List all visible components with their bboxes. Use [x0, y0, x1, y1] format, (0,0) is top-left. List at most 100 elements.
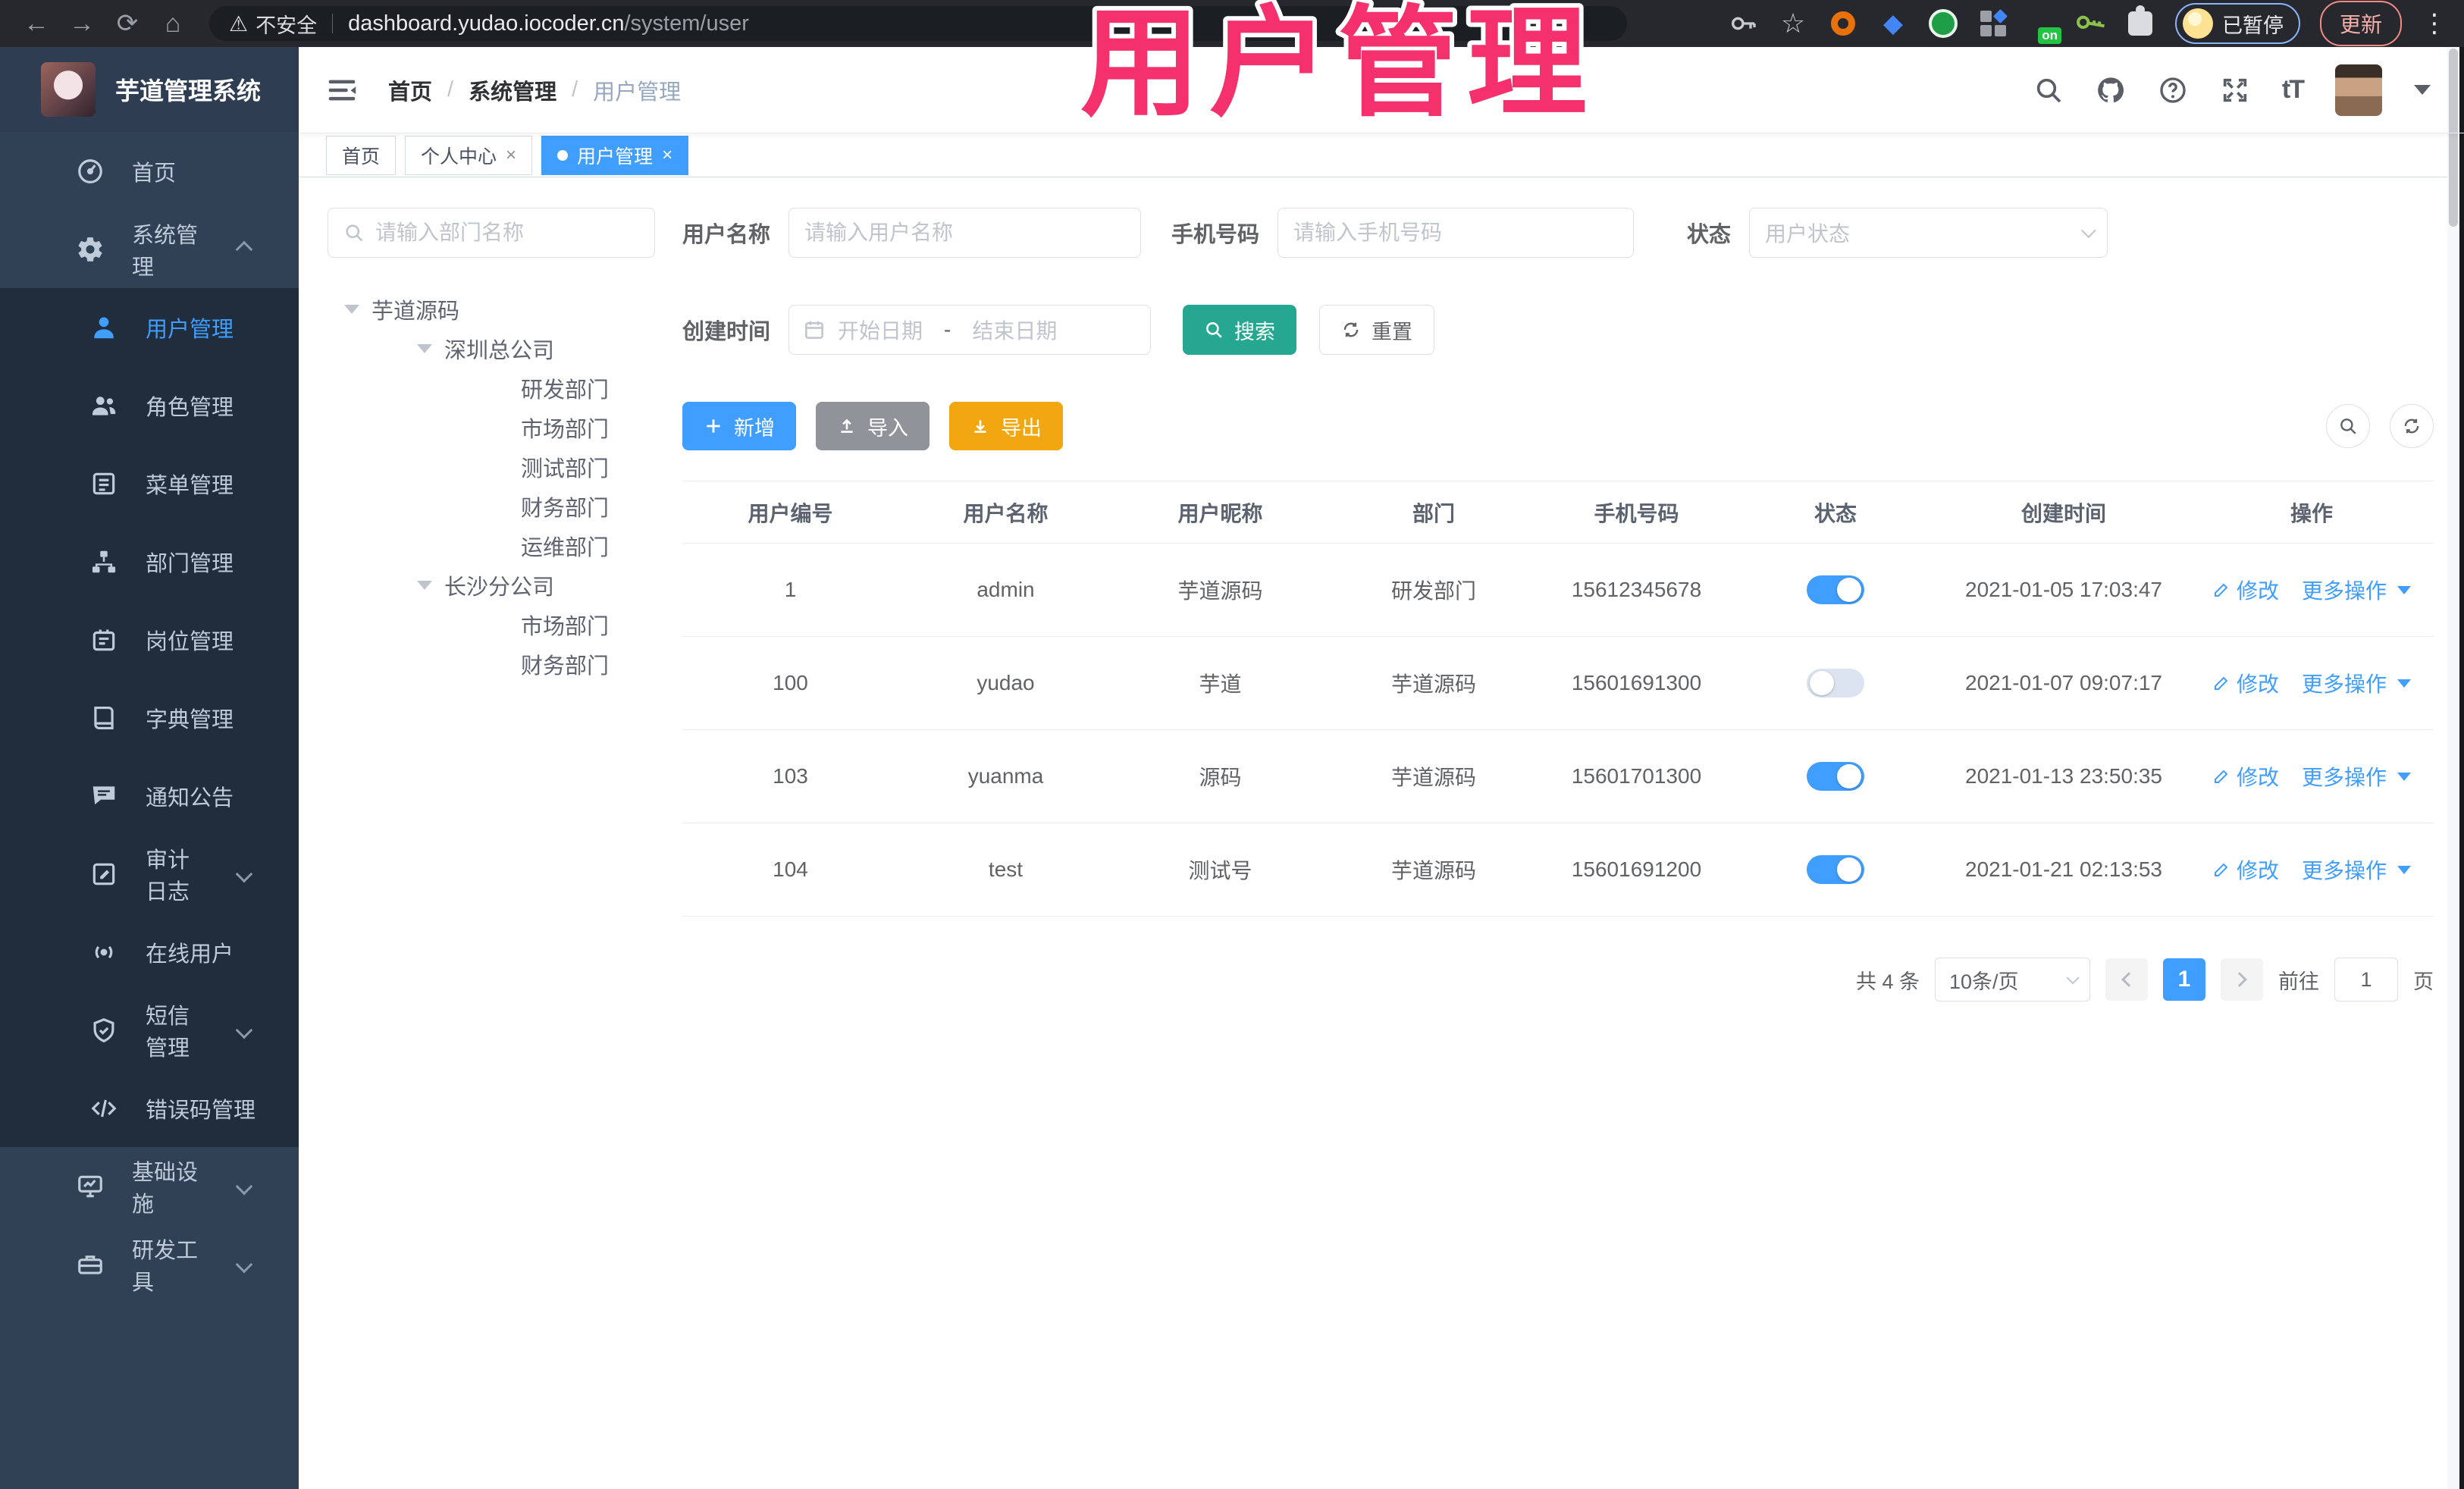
- page-size-select[interactable]: 10条/页: [1935, 958, 2090, 1002]
- tree-node[interactable]: 芋道源码: [328, 290, 655, 329]
- tree-node[interactable]: 研发部门: [328, 368, 655, 408]
- tab-user-management[interactable]: 用户管理: [541, 135, 689, 175]
- user-avatar[interactable]: [2335, 64, 2382, 116]
- department-search-input[interactable]: [375, 221, 639, 245]
- export-button[interactable]: 导出: [949, 402, 1063, 450]
- more-actions-link[interactable]: 更多操作: [2302, 854, 2387, 885]
- table-row: 1 admin 芋道源码 研发部门 15612345678 2021-01-05…: [682, 544, 2434, 637]
- edit-link[interactable]: 修改: [2237, 575, 2279, 605]
- browser-back-button[interactable]: ←: [17, 4, 56, 43]
- extension-green-circle-icon[interactable]: [1928, 8, 1958, 39]
- sidebar-item-system[interactable]: 系统管理: [0, 210, 299, 288]
- bookmark-star-icon[interactable]: [1778, 8, 1808, 39]
- browser-menu-kebab-icon[interactable]: [2422, 8, 2447, 39]
- page-number-1[interactable]: 1: [2163, 958, 2205, 1001]
- chevron-down-icon[interactable]: [2397, 585, 2412, 594]
- tree-node[interactable]: 财务部门: [328, 487, 655, 526]
- breadcrumb-system[interactable]: 系统管理: [469, 74, 556, 106]
- browser-home-button[interactable]: ⌂: [153, 4, 193, 43]
- edit-link[interactable]: 修改: [2237, 854, 2279, 885]
- url-divider: [332, 14, 334, 33]
- search-icon[interactable]: [2033, 75, 2064, 105]
- status-select[interactable]: 用户状态: [1749, 208, 2108, 258]
- tab-home[interactable]: 首页: [326, 135, 397, 175]
- help-icon[interactable]: [2158, 75, 2188, 105]
- not-secure-warning[interactable]: 不安全: [229, 9, 317, 39]
- extension-green-key-icon[interactable]: [2069, 2, 2111, 45]
- extension-puzzle-icon[interactable]: [2125, 5, 2155, 39]
- sidebar-item-online-users[interactable]: 在线用户: [0, 913, 299, 991]
- status-toggle[interactable]: [1807, 855, 1864, 884]
- tree-node[interactable]: 市场部门: [328, 605, 655, 644]
- app-logo-row[interactable]: 芋道管理系统: [0, 47, 299, 132]
- fullscreen-icon[interactable]: [2220, 75, 2250, 105]
- prev-page-button[interactable]: [2105, 958, 2148, 1001]
- import-button[interactable]: 导入: [816, 402, 929, 450]
- browser-update-button[interactable]: 更新: [2319, 1, 2402, 46]
- extension-blue-gem-icon[interactable]: [1878, 8, 1908, 39]
- sidebar-item-departments[interactable]: 部门管理: [0, 522, 299, 600]
- extension-tabs-on-icon[interactable]: on: [2028, 11, 2061, 44]
- tree-node[interactable]: 市场部门: [328, 408, 655, 447]
- sidebar-item-roles[interactable]: 角色管理: [0, 366, 299, 444]
- browser-forward-button[interactable]: →: [62, 4, 102, 43]
- sidebar-item-audit-log[interactable]: 审计日志: [0, 835, 299, 913]
- sidebar-item-infrastructure[interactable]: 基础设施: [0, 1147, 299, 1225]
- status-toggle[interactable]: [1807, 575, 1864, 604]
- more-actions-link[interactable]: 更多操作: [2302, 668, 2387, 698]
- tree-node[interactable]: 运维部门: [328, 526, 655, 566]
- date-range-picker[interactable]: 开始日期 - 结束日期: [788, 305, 1152, 355]
- tree-expand-icon[interactable]: [417, 581, 432, 590]
- sidebar-item-menus[interactable]: 菜单管理: [0, 444, 299, 522]
- address-bar[interactable]: 不安全 dashboard.yudao.iocoder.cn /system/u…: [209, 6, 1627, 41]
- department-tree-panel: 芋道源码 深圳总公司 研发部门 市场部门 测试部门 财务部门 运维部门 长沙分公…: [328, 208, 655, 1489]
- status-toggle[interactable]: [1807, 762, 1864, 791]
- breadcrumb-home[interactable]: 首页: [388, 74, 432, 106]
- sidebar-item-home[interactable]: 首页: [0, 132, 299, 210]
- extension-squares-icon[interactable]: [1978, 8, 2008, 39]
- avatar-caret-down-icon[interactable]: [2414, 85, 2431, 95]
- sidebar-item-users[interactable]: 用户管理: [0, 288, 299, 366]
- goto-page-input[interactable]: [2334, 958, 2398, 1002]
- username-input[interactable]: [788, 208, 1142, 258]
- sidebar-item-error-codes[interactable]: 错误码管理: [0, 1069, 299, 1147]
- status-toggle[interactable]: [1807, 669, 1864, 697]
- browser-reload-button[interactable]: ⟳: [108, 4, 147, 43]
- edit-link[interactable]: 修改: [2237, 761, 2279, 792]
- sidebar-item-posts[interactable]: 岗位管理: [0, 600, 299, 679]
- font-size-icon[interactable]: [2282, 75, 2303, 105]
- sidebar-item-devtools[interactable]: 研发工具: [0, 1225, 299, 1303]
- extension-orange-icon[interactable]: [1828, 8, 1858, 39]
- more-actions-link[interactable]: 更多操作: [2302, 761, 2387, 792]
- tree-expand-icon[interactable]: [344, 305, 359, 314]
- app-logo-avatar: [41, 62, 96, 117]
- close-icon[interactable]: [662, 145, 672, 166]
- close-icon[interactable]: [506, 145, 516, 166]
- toggle-search-icon[interactable]: [2326, 404, 2370, 448]
- chevron-down-icon[interactable]: [2397, 679, 2412, 688]
- refresh-table-icon[interactable]: [2390, 404, 2434, 448]
- chevron-down-icon[interactable]: [2397, 772, 2412, 781]
- reset-button[interactable]: 重置: [1319, 305, 1435, 355]
- page-scrollbar[interactable]: [2447, 47, 2459, 1489]
- chevron-down-icon[interactable]: [2397, 865, 2412, 874]
- tab-profile[interactable]: 个人中心: [405, 135, 533, 175]
- tree-node[interactable]: 财务部门: [328, 644, 655, 684]
- tree-node[interactable]: 长沙分公司: [328, 566, 655, 605]
- tree-node[interactable]: 测试部门: [328, 447, 655, 487]
- sidebar-item-announcements[interactable]: 通知公告: [0, 757, 299, 835]
- tree-expand-icon[interactable]: [417, 344, 432, 353]
- sidebar-item-dictionary[interactable]: 字典管理: [0, 679, 299, 757]
- sidebar-item-sms[interactable]: 短信管理: [0, 991, 299, 1069]
- tree-node[interactable]: 深圳总公司: [328, 329, 655, 368]
- more-actions-link[interactable]: 更多操作: [2302, 575, 2387, 605]
- edit-link[interactable]: 修改: [2237, 668, 2279, 698]
- password-key-icon[interactable]: [1728, 8, 1758, 39]
- mobile-input[interactable]: [1277, 208, 1635, 258]
- next-page-button[interactable]: [2221, 958, 2263, 1001]
- browser-profile-chip[interactable]: 已暂停: [2174, 3, 2300, 44]
- add-user-button[interactable]: 新增: [682, 402, 796, 450]
- sidebar-collapse-icon[interactable]: [324, 73, 359, 108]
- github-icon[interactable]: [2096, 75, 2126, 105]
- search-button[interactable]: 搜索: [1183, 305, 1297, 355]
